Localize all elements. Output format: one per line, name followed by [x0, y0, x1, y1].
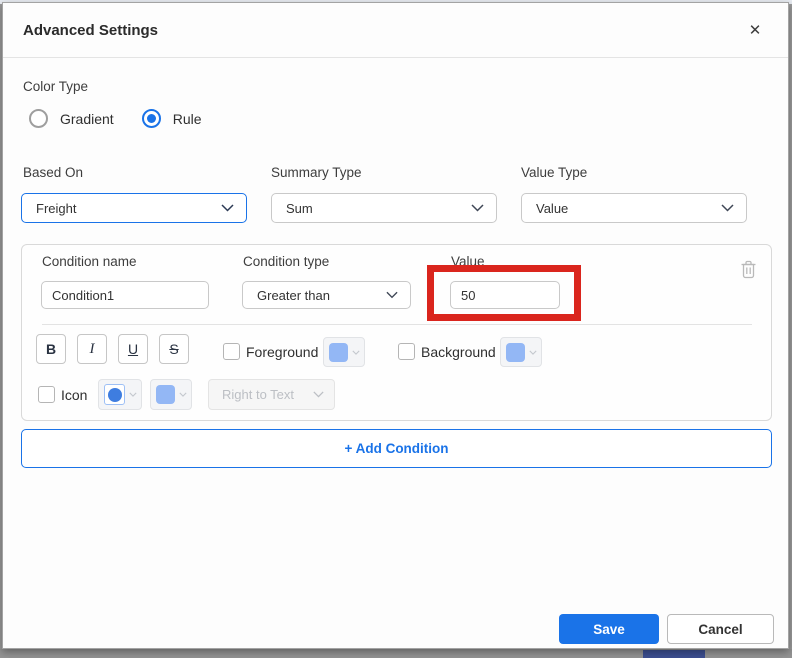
foreground-label: Foreground — [246, 344, 318, 360]
background-label: Background — [421, 344, 496, 360]
condition-name-input[interactable] — [41, 281, 209, 309]
based-on-value: Freight — [36, 201, 76, 216]
radio-rule-label: Rule — [173, 111, 202, 127]
color-type-label: Color Type — [23, 79, 88, 94]
foreground-checkbox[interactable] — [223, 343, 240, 360]
page-title: Advanced Settings — [23, 22, 158, 39]
color-swatch — [156, 385, 175, 404]
icon-checkbox[interactable] — [38, 386, 55, 403]
icon-shape-picker[interactable] — [98, 379, 142, 410]
condition-type-label: Condition type — [243, 254, 329, 269]
card-divider — [42, 324, 752, 325]
dialog-header: Advanced Settings ✕ — [3, 3, 788, 57]
foreground-color-picker[interactable] — [323, 337, 365, 367]
chevron-down-icon — [179, 392, 187, 397]
based-on-label: Based On — [23, 165, 83, 180]
close-button[interactable]: ✕ — [744, 20, 766, 42]
chevron-down-icon — [129, 392, 137, 397]
radio-gradient-label: Gradient — [60, 111, 114, 127]
radio-gradient[interactable]: Gradient — [29, 109, 114, 128]
strikethrough-button[interactable]: S — [159, 334, 189, 364]
chevron-down-icon — [386, 291, 398, 299]
summary-type-value: Sum — [286, 201, 313, 216]
chevron-down-icon — [352, 350, 360, 355]
icon-position-value: Right to Text — [222, 387, 294, 402]
color-swatch — [506, 343, 525, 362]
icon-shape-tile — [104, 384, 125, 405]
value-type-label: Value Type — [521, 165, 587, 180]
based-on-select[interactable]: Freight — [21, 193, 247, 223]
color-swatch — [329, 343, 348, 362]
chevron-down-icon — [529, 350, 537, 355]
value-type-value: Value — [536, 201, 568, 216]
trash-icon — [740, 259, 757, 279]
bold-button[interactable]: B — [36, 334, 66, 364]
background-page-accent — [643, 650, 705, 658]
chevron-down-icon — [313, 391, 324, 398]
header-divider — [3, 57, 788, 58]
value-input[interactable] — [450, 281, 560, 309]
background-checkbox[interactable] — [398, 343, 415, 360]
background-color-picker[interactable] — [500, 337, 542, 367]
save-button[interactable]: Save — [559, 614, 659, 644]
circle-icon — [108, 388, 122, 402]
add-condition-button[interactable]: + Add Condition — [21, 429, 772, 468]
icon-color-picker[interactable] — [150, 379, 192, 410]
radio-unselected-icon — [29, 109, 48, 128]
italic-button[interactable]: I — [77, 334, 107, 364]
icon-position-select[interactable]: Right to Text — [208, 379, 335, 410]
summary-type-label: Summary Type — [271, 165, 362, 180]
value-type-select[interactable]: Value — [521, 193, 747, 223]
advanced-settings-dialog: Advanced Settings ✕ Color Type Gradient … — [2, 2, 789, 649]
chevron-down-icon — [471, 204, 484, 212]
condition-card: Condition name Condition type Value Grea… — [21, 244, 772, 421]
condition-name-label: Condition name — [42, 254, 137, 269]
cancel-button[interactable]: Cancel — [667, 614, 774, 644]
condition-type-select[interactable]: Greater than — [242, 281, 411, 309]
format-toolbar: B I U S — [36, 334, 189, 364]
radio-selected-icon — [142, 109, 161, 128]
radio-rule[interactable]: Rule — [142, 109, 202, 128]
chevron-down-icon — [221, 204, 234, 212]
icon-label: Icon — [61, 387, 87, 403]
delete-condition-button[interactable] — [737, 258, 759, 282]
chevron-down-icon — [721, 204, 734, 212]
condition-type-value: Greater than — [257, 288, 330, 303]
summary-type-select[interactable]: Sum — [271, 193, 497, 223]
color-type-radio-group: Gradient Rule — [29, 109, 220, 128]
close-icon: ✕ — [749, 22, 762, 39]
underline-button[interactable]: U — [118, 334, 148, 364]
value-label: Value — [451, 254, 485, 269]
